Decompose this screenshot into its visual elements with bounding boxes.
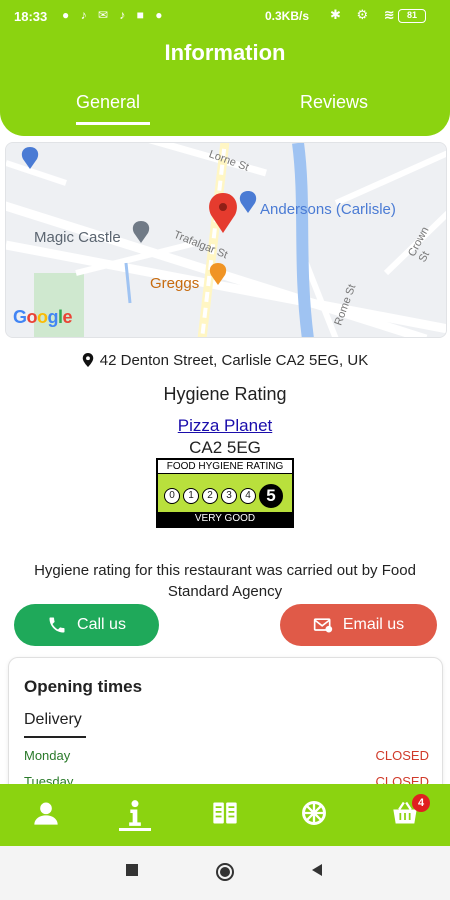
tab-reviews[interactable]: Reviews [300, 92, 368, 113]
wheel-icon[interactable] [297, 796, 331, 830]
battery-icon: 81 [398, 9, 426, 23]
email-button[interactable]: Email us [280, 604, 437, 646]
postcode: CA2 5EG [189, 438, 261, 457]
fhr-scale-0: 0 [164, 488, 180, 504]
fhr-scale-4: 4 [240, 488, 256, 504]
status-time: 18:33 [14, 9, 48, 24]
home-icon[interactable] [215, 862, 235, 882]
fhr-header: FOOD HYGIENE RATING [158, 460, 292, 474]
header: 18:33 ● ♪ ✉ ♪ ■ ● 0.3KB/s ✱ ⚙ ≋ 81 Infor… [0, 0, 450, 136]
food-hygiene-rating-badge: FOOD HYGIENE RATING 012345 VERY GOOD [156, 458, 294, 528]
address: 42 Denton Street, Carlisle CA2 5EG, UK [0, 352, 450, 369]
delivery-tab-indicator [24, 736, 86, 738]
hygiene-title: Hygiene Rating [163, 384, 287, 404]
call-button-label: Call us [77, 616, 126, 633]
call-button[interactable]: Call us [14, 604, 159, 646]
nav-active-indicator [119, 828, 151, 831]
phone-icon [49, 617, 65, 633]
fhr-scale-3: 3 [221, 488, 237, 504]
fhr-score: 5 [259, 484, 283, 508]
status-speed: 0.3KB/s [265, 9, 310, 23]
map[interactable]: Andersons (Carlisle) Magic Castle Greggs… [5, 142, 447, 338]
tab-active-indicator [76, 122, 150, 125]
system-navigation [0, 846, 450, 900]
tab-delivery[interactable]: Delivery [24, 711, 82, 729]
opening-status: CLOSED [375, 748, 429, 763]
info-icon[interactable] [118, 796, 152, 830]
profile-icon[interactable] [29, 796, 63, 830]
google-logo: Google [13, 307, 73, 327]
map-label-magic-castle[interactable]: Magic Castle [34, 229, 121, 246]
bottom-navigation: 4 [0, 784, 450, 846]
notification-icons: ● ♪ ✉ ♪ ■ ● [62, 8, 167, 22]
email-button-label: Email us [342, 616, 405, 633]
page-title: Information [164, 40, 286, 65]
tab-general[interactable]: General [76, 92, 140, 113]
map-label-andersons[interactable]: Andersons (Carlisle) [260, 201, 396, 218]
status-icons: ✱ ⚙ ≋ [330, 7, 401, 22]
map-label-greggs[interactable]: Greggs [150, 275, 199, 292]
hygiene-note: Hygiene rating for this restaurant was c… [34, 562, 416, 600]
opening-day: Monday [24, 748, 71, 763]
fhr-footer: VERY GOOD [158, 512, 292, 526]
status-bar: 18:33 ● ♪ ✉ ♪ ■ ● 0.3KB/s ✱ ⚙ ≋ 81 [0, 0, 450, 34]
back-icon[interactable] [310, 863, 324, 877]
basket-count-badge: 4 [412, 794, 430, 812]
address-text: 42 Denton Street, Carlisle CA2 5EG, UK [99, 352, 369, 369]
location-pin-icon [82, 353, 94, 367]
fhr-scale-2: 2 [202, 488, 218, 504]
fhr-scale: 012345 [164, 484, 286, 508]
opening-row: Monday CLOSED [24, 748, 429, 763]
email-icon [313, 618, 332, 633]
restaurant-link[interactable]: Pizza Planet [0, 416, 450, 436]
recent-apps-icon[interactable] [125, 863, 139, 877]
opening-times-title: Opening times [24, 677, 143, 696]
menu-book-icon[interactable] [208, 796, 242, 830]
fhr-scale-1: 1 [183, 488, 199, 504]
